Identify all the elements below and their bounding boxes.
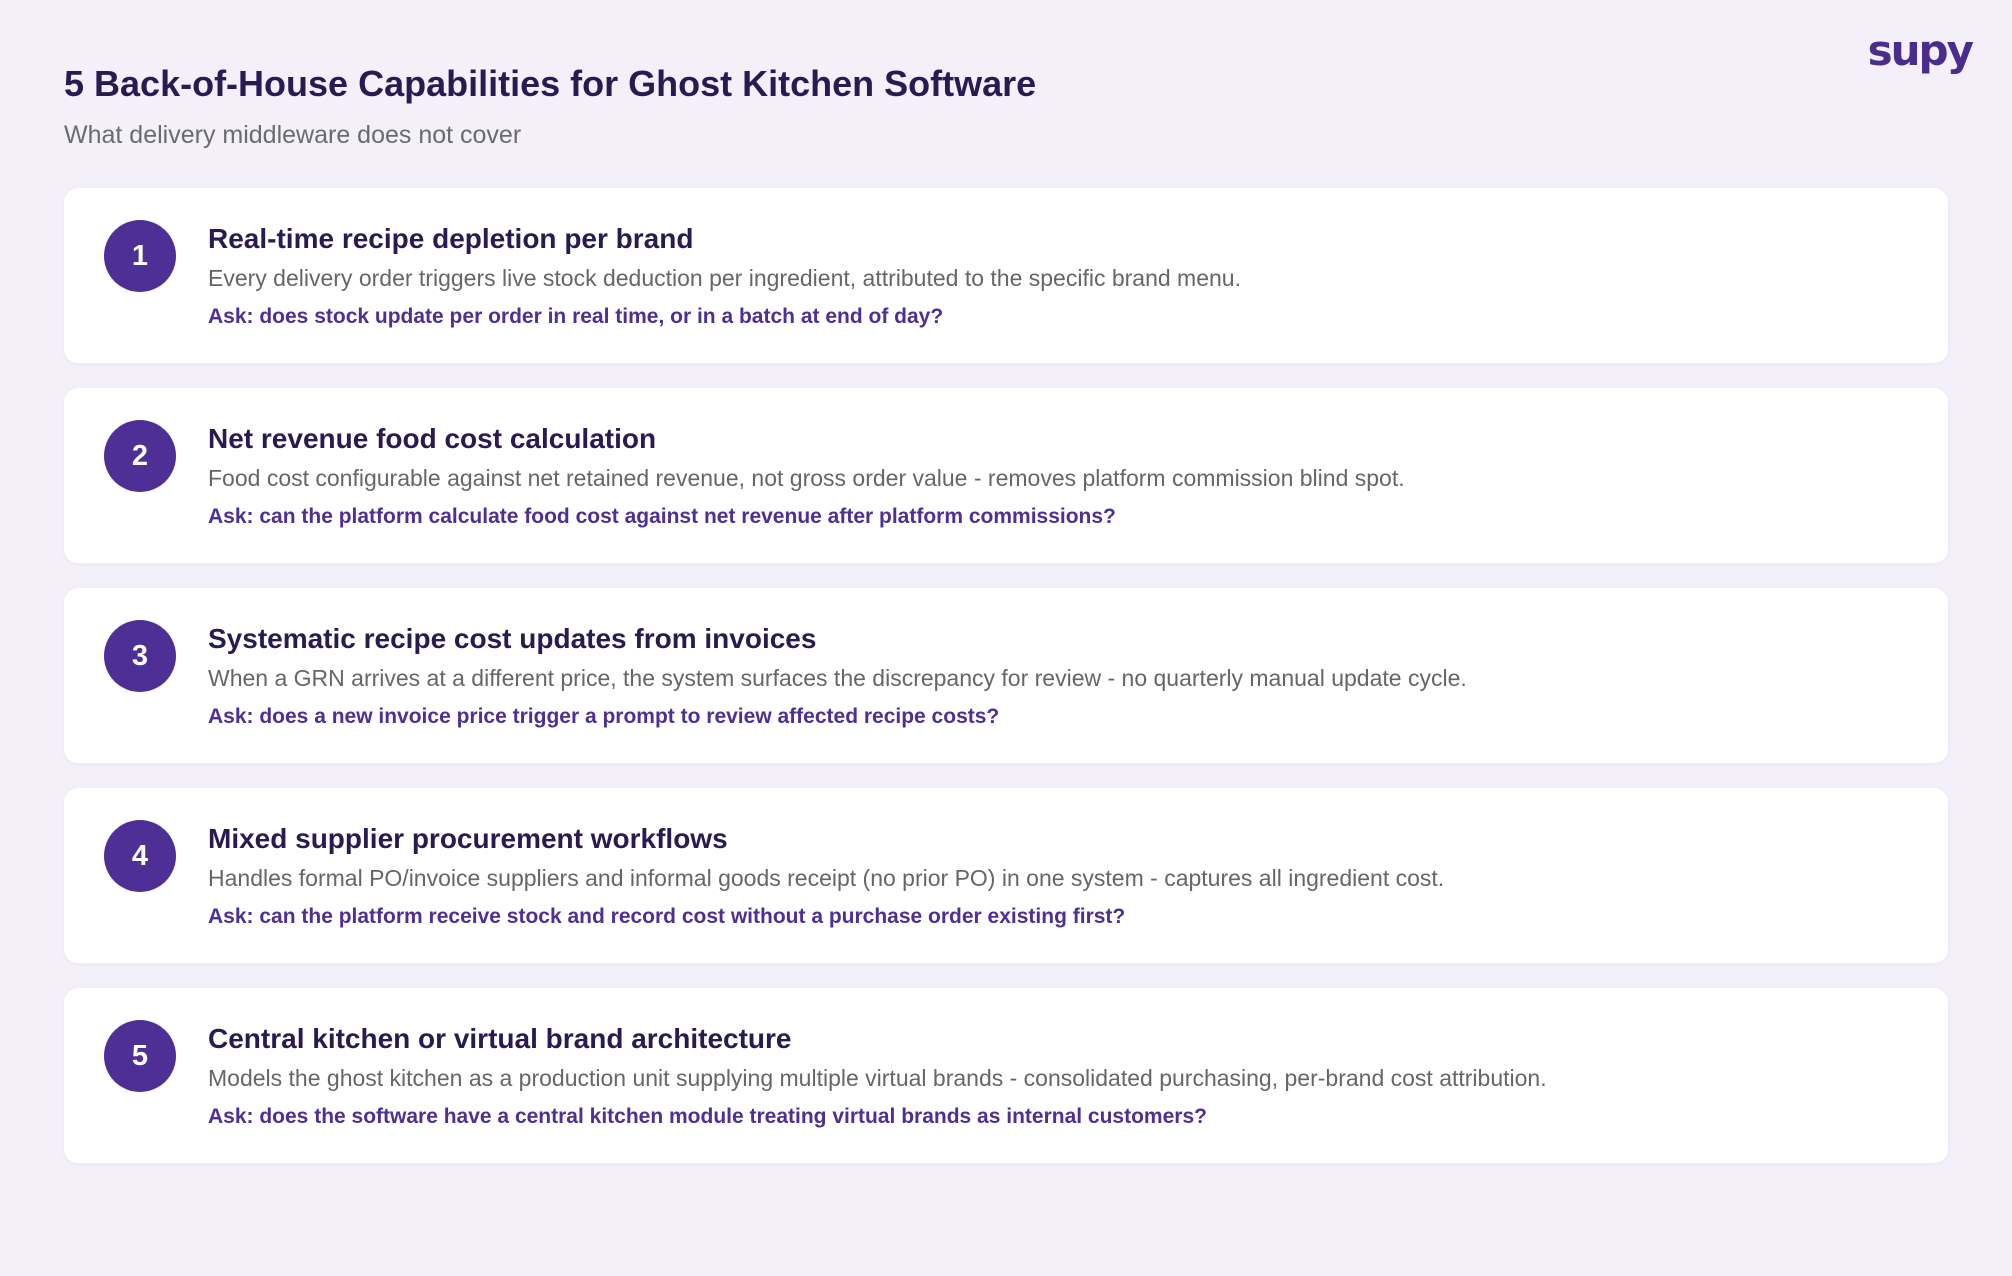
capability-card: 3 Systematic recipe cost updates from in… [64,588,1948,763]
capability-number-badge: 2 [104,420,176,492]
capability-title: Net revenue food cost calculation [208,423,657,454]
capability-description: Models the ghost kitchen as a production… [208,1065,1547,1091]
capability-title: Mixed supplier procurement workflows [208,823,728,854]
capability-ask-question: Ask: can the platform calculate food cos… [208,505,1116,528]
capability-ask-question: Ask: does the software have a central ki… [208,1105,1207,1128]
brand-logo[interactable]: supy [1868,26,1974,75]
capability-list: 1 Real-time recipe depletion per brand E… [64,188,1948,1163]
capability-description: Every delivery order triggers live stock… [208,265,1241,291]
capability-title: Real-time recipe depletion per brand [208,223,694,254]
page: supy 5 Back-of-House Capabilities for Gh… [0,0,2012,1276]
capability-number-badge: 5 [104,1020,176,1092]
capability-card: 2 Net revenue food cost calculation Food… [64,388,1948,563]
capability-title: Systematic recipe cost updates from invo… [208,623,817,654]
capability-number-badge: 3 [104,620,176,692]
capability-description: Handles formal PO/invoice suppliers and … [208,865,1445,891]
capability-description: When a GRN arrives at a different price,… [208,665,1467,691]
capability-card: 1 Real-time recipe depletion per brand E… [64,188,1948,363]
capability-description: Food cost configurable against net retai… [208,465,1405,491]
page-title: 5 Back-of-House Capabilities for Ghost K… [64,63,1037,104]
capability-number-badge: 4 [104,820,176,892]
capability-ask-question: Ask: can the platform receive stock and … [208,905,1126,928]
page-subtitle: What delivery middleware does not cover [64,121,522,149]
capability-card: 5 Central kitchen or virtual brand archi… [64,988,1948,1163]
capability-number-badge: 1 [104,220,176,292]
capability-ask-question: Ask: does stock update per order in real… [208,305,944,328]
capability-title: Central kitchen or virtual brand archite… [208,1023,792,1054]
capability-card: 4 Mixed supplier procurement workflows H… [64,788,1948,963]
capability-ask-question: Ask: does a new invoice price trigger a … [208,705,1000,728]
